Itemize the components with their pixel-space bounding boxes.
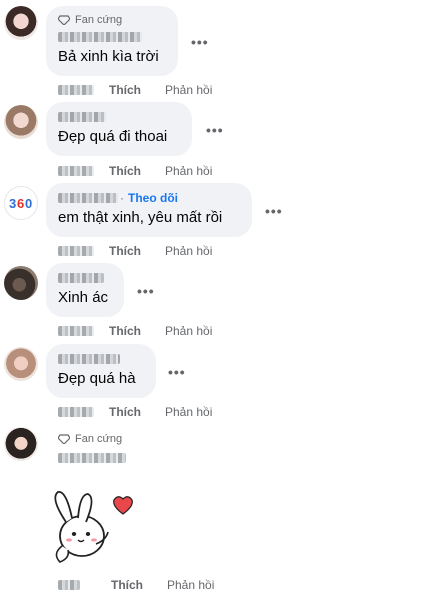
like-button[interactable]: Thích [109, 244, 141, 258]
more-options-button[interactable]: ••• [191, 34, 209, 50]
fan-badge: Fan cứng [58, 13, 166, 27]
svg-text:6: 6 [17, 196, 24, 211]
timestamp[interactable] [58, 326, 94, 336]
author-name[interactable] [58, 273, 104, 283]
avatar[interactable] [4, 105, 38, 139]
author-name[interactable] [58, 32, 142, 42]
author-name[interactable] [58, 112, 106, 122]
page-logo-icon: 3 6 0 [9, 196, 32, 211]
avatar[interactable] [4, 266, 38, 300]
author-name[interactable] [58, 193, 118, 203]
comment-text: Đẹp quá đi thoai [58, 128, 168, 145]
like-button[interactable]: Thích [109, 405, 141, 419]
like-button[interactable]: Thích [109, 164, 141, 178]
comment-actions: Thích Phản hồi [58, 163, 212, 179]
like-button[interactable]: Thích [109, 83, 141, 97]
author-name[interactable] [58, 354, 120, 364]
like-button[interactable]: Thích [109, 324, 141, 338]
comment-bubble: Đẹp quá đi thoai [46, 102, 192, 156]
comment-bubble: Đẹp quá hà [46, 344, 156, 398]
comment-text: em thật xinh, yêu mất rồi [58, 209, 223, 226]
bunny-heart-sticker [54, 491, 133, 563]
reply-button[interactable]: Phản hồi [167, 578, 214, 592]
author-name[interactable] [58, 453, 126, 463]
comment-actions: Thích Phản hồi [58, 577, 214, 593]
more-options-button[interactable]: ••• [206, 122, 224, 138]
timestamp[interactable] [58, 407, 94, 417]
comment-bubble: Fan cứng Bả xinh kìa trời [46, 6, 178, 76]
avatar[interactable] [4, 6, 38, 40]
svg-text:3: 3 [9, 196, 16, 211]
comment-text: Xinh ác [58, 289, 109, 306]
comment-actions: Thích Phản hồi [58, 404, 212, 420]
fan-badge: Fan cứng [58, 432, 126, 446]
comment-header: Fan cứng [58, 432, 126, 466]
avatar[interactable] [4, 427, 38, 461]
reply-button[interactable]: Phản hồi [165, 324, 212, 338]
comment-actions: Thích Phản hồi [58, 323, 212, 339]
timestamp[interactable] [58, 246, 94, 256]
comment-text: Đẹp quá hà [58, 370, 136, 387]
diamond-icon [58, 434, 70, 444]
comment-actions: Thích Phản hồi [58, 82, 212, 98]
avatar[interactable] [4, 347, 38, 381]
timestamp[interactable] [58, 580, 80, 590]
more-options-button[interactable]: ••• [265, 203, 283, 219]
timestamp[interactable] [58, 85, 94, 95]
reply-button[interactable]: Phản hồi [165, 83, 212, 97]
reply-button[interactable]: Phản hồi [165, 405, 212, 419]
like-button[interactable]: Thích [111, 578, 143, 592]
more-options-button[interactable]: ••• [137, 283, 155, 299]
avatar[interactable]: 3 6 0 [4, 186, 38, 220]
comment-bubble: · Theo dõi em thật xinh, yêu mất rồi [46, 183, 252, 237]
comment-bubble: Xinh ác [46, 263, 124, 317]
diamond-icon [58, 15, 70, 25]
comment-actions: Thích Phản hồi [58, 243, 212, 259]
timestamp[interactable] [58, 166, 94, 176]
comment-text: Bả xinh kìa trời [58, 48, 159, 65]
follow-button[interactable]: Theo dõi [128, 191, 178, 205]
more-options-button[interactable]: ••• [168, 364, 186, 380]
svg-text:0: 0 [25, 196, 32, 211]
reply-button[interactable]: Phản hồi [165, 164, 212, 178]
reply-button[interactable]: Phản hồi [165, 244, 212, 258]
